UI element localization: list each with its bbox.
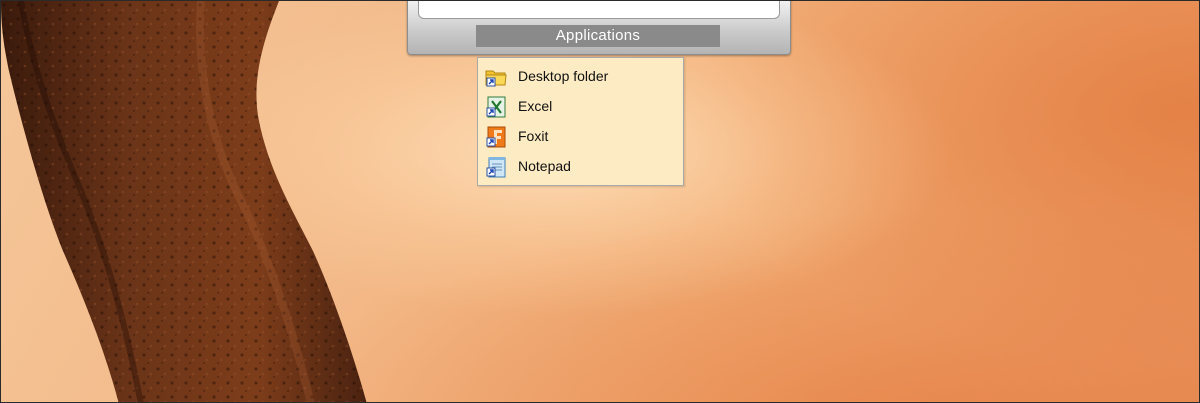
menu-item-desktop-folder[interactable]: Desktop folder (478, 62, 683, 90)
foxit-shortcut-icon (486, 126, 506, 148)
excel-shortcut-icon (486, 96, 506, 118)
screen-frame: Applications Desktop folder Excel Foxit … (0, 0, 1200, 403)
menu-item-label: Excel (518, 98, 553, 114)
application-launcher-bar: Applications (407, 1, 791, 55)
notepad-shortcut-icon (486, 157, 506, 178)
menu-item-label: Foxit (518, 128, 549, 144)
menu-item-excel[interactable]: Excel (478, 92, 683, 120)
applications-menu: Desktop folder Excel Foxit Notepad (477, 57, 684, 186)
tree-trunk-image (1, 1, 367, 402)
menu-item-label: Desktop folder (518, 68, 609, 84)
launcher-search-strip[interactable] (418, 1, 780, 19)
menu-item-label: Notepad (518, 158, 571, 174)
menu-item-foxit[interactable]: Foxit (478, 122, 683, 150)
menu-item-notepad[interactable]: Notepad (478, 152, 683, 180)
applications-tab[interactable]: Applications (476, 25, 720, 47)
folder-shortcut-icon (485, 70, 507, 87)
